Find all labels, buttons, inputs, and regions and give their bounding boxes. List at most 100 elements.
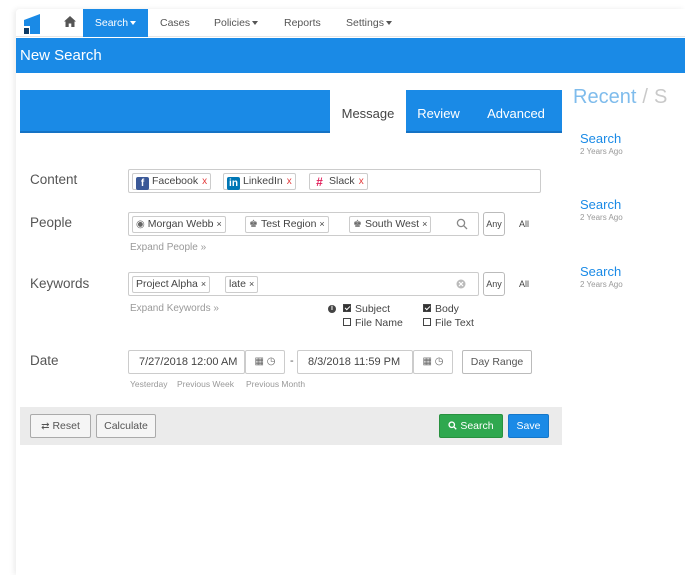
people-chip-test-region[interactable]: ♚ Test Region ×: [245, 216, 329, 233]
remove-icon[interactable]: ×: [201, 279, 206, 289]
nav-reports[interactable]: Reports: [284, 9, 321, 37]
search-icon[interactable]: [456, 218, 468, 230]
recent-search-time: 2 Years Ago: [580, 213, 623, 222]
remove-icon[interactable]: ×: [249, 279, 254, 289]
content-chip-facebook[interactable]: f Facebook x: [132, 173, 212, 190]
content-label: Content: [30, 172, 78, 187]
tab-message[interactable]: Message: [330, 90, 406, 133]
content-sources-field[interactable]: f Facebook x in LinkedIn x # Slack x: [128, 169, 541, 193]
chevron-down-icon: [130, 21, 137, 26]
file-name-checkbox[interactable]: File Name: [343, 317, 403, 329]
nav-search[interactable]: Search: [83, 9, 148, 37]
checkbox-checked-icon: [343, 304, 351, 312]
clear-icon[interactable]: [456, 279, 466, 289]
save-button[interactable]: Save: [508, 414, 549, 438]
checkbox-checked-icon: [423, 304, 431, 312]
chip-label: South West: [364, 218, 420, 230]
keywords-any-toggle[interactable]: Any: [483, 272, 505, 296]
remove-icon[interactable]: ×: [422, 219, 427, 229]
checkbox-label: File Text: [435, 317, 474, 329]
top-navbar: Search Cases Policies Reports Settings: [16, 9, 685, 37]
reset-button[interactable]: ⇄ Reset: [30, 414, 91, 438]
expand-people-link[interactable]: Expand People »: [130, 242, 206, 253]
nav-cases[interactable]: Cases: [160, 9, 190, 37]
checkbox-label: File Name: [355, 317, 403, 329]
page-title: New Search: [20, 47, 102, 64]
recent-search-name[interactable]: Search: [580, 197, 623, 212]
user-icon: ◉: [136, 219, 145, 230]
checkbox-label: Body: [435, 303, 459, 315]
linkedin-icon: in: [227, 177, 240, 190]
date-to-input[interactable]: 8/3/2018 11:59 PM: [297, 350, 413, 374]
nav-policies-label: Policies: [214, 17, 251, 29]
slack-icon: #: [313, 176, 326, 189]
remove-icon[interactable]: x: [287, 176, 292, 187]
date-from-input[interactable]: 7/27/2018 12:00 AM: [128, 350, 245, 374]
home-nav-button[interactable]: [57, 9, 83, 37]
subject-checkbox[interactable]: Subject: [343, 303, 390, 315]
file-text-checkbox[interactable]: File Text: [423, 317, 474, 329]
checkbox-empty-icon: [423, 318, 431, 326]
tab-bar: Message Review Advanced: [20, 90, 562, 133]
date-label: Date: [30, 353, 59, 368]
date-to-pickers[interactable]: ▦ ◷: [413, 350, 453, 374]
people-chip-morgan-webb[interactable]: ◉ Morgan Webb ×: [132, 216, 226, 233]
keywords-label: Keywords: [30, 276, 90, 291]
recent-search-name[interactable]: Search: [580, 264, 623, 279]
people-all-toggle[interactable]: All: [519, 219, 529, 229]
action-bar: ⇄ Reset Calculate Search Save: [20, 407, 562, 445]
clock-icon[interactable]: ◷: [435, 356, 444, 367]
people-field[interactable]: ◉ Morgan Webb × ♚ Test Region × ♚ South West ×: [128, 212, 479, 236]
group-icon: ♚: [249, 219, 258, 230]
content-chip-linkedin[interactable]: in LinkedIn x: [223, 173, 296, 190]
nav-policies[interactable]: Policies: [214, 9, 259, 37]
calendar-icon[interactable]: ▦: [423, 356, 432, 367]
day-range-button[interactable]: Day Range: [462, 350, 532, 374]
recent-search-item[interactable]: Search 2 Years Ago: [580, 264, 623, 289]
nav-settings[interactable]: Settings: [346, 9, 392, 37]
recent-search-item[interactable]: Search 2 Years Ago: [580, 197, 623, 222]
chip-label: LinkedIn: [243, 175, 283, 187]
remove-icon[interactable]: x: [202, 176, 207, 187]
tab-review[interactable]: Review: [406, 90, 471, 133]
home-icon: [64, 16, 76, 27]
people-any-toggle[interactable]: Any: [483, 212, 505, 236]
next-tab-partial[interactable]: S: [654, 86, 667, 108]
reset-icon: ⇄: [41, 421, 50, 432]
keywords-field[interactable]: Project Alpha × late ×: [128, 272, 479, 296]
remove-icon[interactable]: ×: [319, 219, 324, 229]
previous-month-link[interactable]: Previous Month: [246, 379, 305, 389]
previous-week-link[interactable]: Previous Week: [177, 379, 234, 389]
keywords-all-toggle[interactable]: All: [519, 279, 529, 289]
app-logo-icon[interactable]: [22, 14, 42, 34]
nav-cases-label: Cases: [160, 17, 190, 29]
people-chip-south-west[interactable]: ♚ South West ×: [349, 216, 432, 233]
search-button-label: Search: [460, 420, 494, 432]
tab-separator: /: [642, 86, 648, 108]
search-button[interactable]: Search: [439, 414, 503, 438]
tab-advanced[interactable]: Advanced: [472, 90, 560, 133]
remove-icon[interactable]: x: [359, 176, 364, 187]
recent-search-time: 2 Years Ago: [580, 280, 623, 289]
keyword-chip-late[interactable]: late ×: [225, 276, 259, 293]
body-checkbox[interactable]: Body: [423, 303, 459, 315]
expand-keywords-link[interactable]: Expand Keywords »: [130, 303, 219, 314]
keyword-chip-project-alpha[interactable]: Project Alpha ×: [132, 276, 211, 293]
calendar-icon[interactable]: ▦: [255, 356, 264, 367]
date-from-pickers[interactable]: ▦ ◷: [245, 350, 285, 374]
page-header: New Search: [16, 38, 685, 73]
people-label: People: [30, 215, 73, 230]
recent-search-name[interactable]: Search: [580, 131, 623, 146]
remove-icon[interactable]: ×: [217, 219, 222, 229]
recent-search-item[interactable]: Search 2 Years Ago: [580, 131, 623, 156]
content-chip-slack[interactable]: # Slack x: [309, 173, 368, 190]
chip-label: Morgan Webb: [147, 218, 214, 230]
recent-tab[interactable]: Recent: [573, 86, 636, 108]
checkbox-label: Subject: [355, 303, 391, 315]
reset-label: Reset: [52, 420, 80, 432]
clock-icon[interactable]: ◷: [267, 356, 276, 367]
recent-search-time: 2 Years Ago: [580, 147, 623, 156]
calculate-button[interactable]: Calculate: [96, 414, 156, 438]
yesterday-link[interactable]: Yesterday: [130, 379, 168, 389]
chip-label: Test Region: [260, 218, 317, 230]
